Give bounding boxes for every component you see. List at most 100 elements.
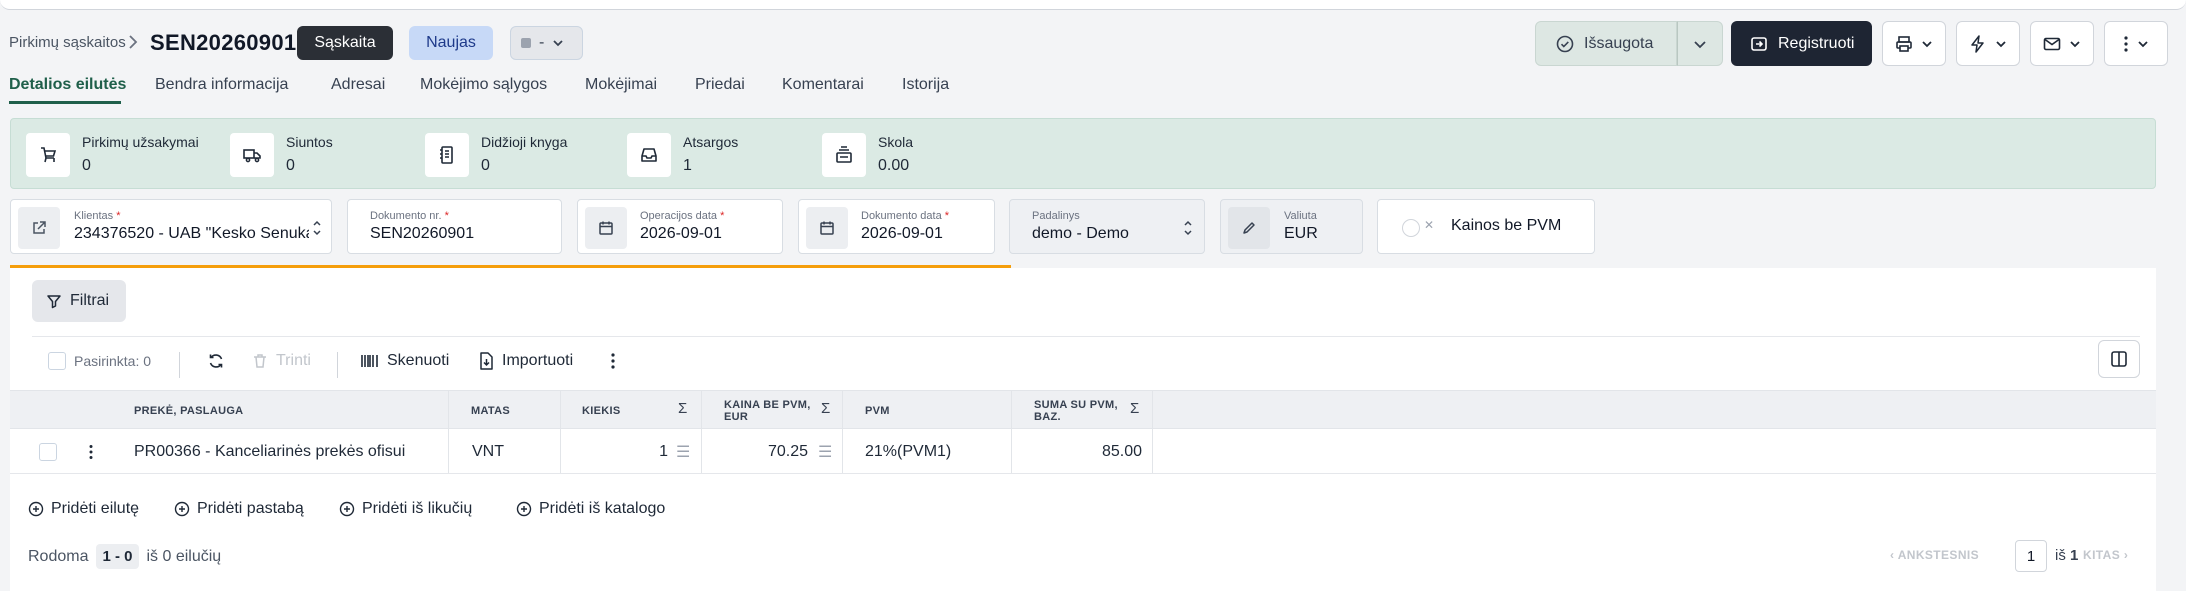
summary-value: 0 [286,157,295,174]
calendar-icon[interactable] [585,207,627,249]
next-page-button[interactable]: KITAS › [2083,548,2128,562]
sum-sigma-icon[interactable]: Σ [1130,400,1139,417]
plus-circle-icon [28,501,44,517]
document-number-field[interactable]: Dokumento nr. * SEN20260901 [347,199,562,254]
save-options-dropdown[interactable] [1677,21,1723,66]
row-select[interactable] [39,429,57,474]
status-select[interactable]: - [510,26,583,60]
operation-date-field[interactable]: Operacijos data * 2026-09-01 [577,199,783,254]
filters-button[interactable]: Filtrai [32,280,126,322]
barcode-icon [361,355,378,367]
cell-item[interactable]: PR00366 - Kanceliarinės prekės ofisui [134,429,405,474]
add-row-button[interactable]: Pridėti eilutę [28,500,139,518]
active-tab-indicator [9,101,121,104]
chevron-down-icon [1996,40,2006,47]
prices-toggle[interactable]: ✕ [1402,218,1438,237]
scan-button[interactable]: Skenuoti [361,352,449,370]
cell-sum: 85.00 [1101,442,1142,460]
next-page-label: KITAS [2083,548,2121,562]
print-dropdown[interactable] [1882,21,1946,66]
add-from-catalog-button[interactable]: Pridėti iš katalogo [516,500,665,518]
tab-history[interactable]: Istorija [902,76,949,94]
column-header-qty[interactable]: KIEKIS [582,391,620,430]
more-vertical-icon [611,353,615,369]
saved-button[interactable]: Išsaugota [1535,21,1677,66]
tab-comments[interactable]: Komentarai [782,76,864,94]
document-date-field[interactable]: Dokumento data * 2026-09-01 [798,199,995,254]
qty-menu-icon[interactable]: ☰ [676,429,690,474]
total-pages: 1 [2070,547,2079,564]
price-menu-icon[interactable]: ☰ [818,429,832,474]
actions-dropdown[interactable] [1956,21,2020,66]
import-button[interactable]: Importuoti [478,352,573,370]
cell-vat[interactable]: 21%(PVM1) [865,429,951,474]
tab-addresses[interactable]: Adresai [331,76,385,94]
row-checkbox[interactable] [39,442,57,461]
more-dropdown[interactable] [2104,21,2168,66]
delete-label: Trinti [276,352,311,369]
lightning-icon [1971,34,1984,53]
refresh-button[interactable] [207,352,225,370]
cell-unit[interactable]: VNT [472,429,504,474]
add-note-button[interactable]: Pridėti pastabą [174,500,304,518]
chevron-right-icon [127,32,139,57]
rows-range: 1 - 0 [96,544,139,569]
sum-sigma-icon[interactable]: Σ [678,400,687,417]
tab-attachments[interactable]: Priedai [695,76,745,94]
page-of: iš 1 [2055,547,2078,564]
columns-icon [2111,351,2127,367]
delete-button[interactable]: Trinti [252,352,311,370]
select-arrows-icon [1184,220,1192,236]
summary-label: Atsargos [683,134,739,150]
operation-date-value: 2026-09-01 [640,225,722,242]
row-menu-button[interactable] [88,429,94,474]
register-button[interactable]: Registruoti [1731,21,1872,66]
prev-page-button[interactable]: ‹ ANKSTESNIS [1890,548,1979,562]
register-button-label: Registruoti [1778,34,1855,52]
prices-toggle-label: Kainos be PVM [1451,217,1562,234]
pencil-icon[interactable] [1228,207,1270,249]
select-all-checkbox[interactable] [48,352,66,370]
document-date-label: Dokumento data * [861,210,950,222]
status-square-icon [521,38,531,48]
column-header-item[interactable]: PREKĖ, PASLAUGA [134,391,243,430]
email-dropdown[interactable] [2030,21,2094,66]
debt-icon [822,133,866,177]
column-header-vat[interactable]: PVM [865,391,890,430]
toolbar-more-button[interactable] [610,352,616,370]
sum-sigma-icon[interactable]: Σ [821,400,830,417]
tab-general-info[interactable]: Bendra informacija [155,76,288,94]
add-from-stock-button[interactable]: Pridėti iš likučių [339,500,472,518]
file-import-icon [480,352,493,370]
tab-payment-terms[interactable]: Mokėjimo sąlygos [420,76,547,94]
trash-icon [254,354,266,368]
client-field[interactable]: Klientas * 234376520 - UAB "Kesko Senuka… [10,199,332,254]
tab-payments[interactable]: Mokėjimai [585,76,657,94]
breadcrumb-purchase-invoices[interactable]: Pirkimų sąskaitos [9,34,126,51]
column-header-sum[interactable]: SUMA SU PVM, BAZ. [1034,391,1118,430]
department-value: demo - Demo [1032,225,1129,242]
more-vertical-icon [2124,35,2128,52]
calendar-icon[interactable] [806,207,848,249]
cart-icon [26,133,70,177]
page-number-input[interactable]: 1 [2015,540,2047,572]
currency-field[interactable]: Valiuta EUR [1220,199,1363,254]
table-row[interactable]: PR00366 - Kanceliarinės prekės ofisui VN… [10,429,1152,474]
column-header-price[interactable]: KAINA BE PVM, EUR [724,391,811,430]
summary-value: 0 [481,157,490,174]
cell-qty[interactable]: 1 [560,429,668,474]
ledger-icon [425,133,469,177]
department-field[interactable]: Padalinys demo - Demo [1009,199,1205,254]
select-all[interactable]: Pasirinkta: 0 [48,352,151,370]
column-header-unit[interactable]: MATAS [471,391,510,430]
status-select-value: - [539,34,545,51]
tab-detail-lines[interactable]: Detalios eilutės [9,76,126,94]
cell-price[interactable]: 70.25 [701,429,808,474]
summary-panel: Pirkimų užsakymai 0 Siuntos 0 Didžioji k… [10,118,2156,189]
filter-icon [47,295,61,309]
divider [32,336,2140,337]
import-label: Importuoti [502,352,574,369]
column-layout-button[interactable] [2098,340,2140,378]
more-vertical-icon [89,444,93,459]
external-link-icon[interactable] [18,207,60,249]
